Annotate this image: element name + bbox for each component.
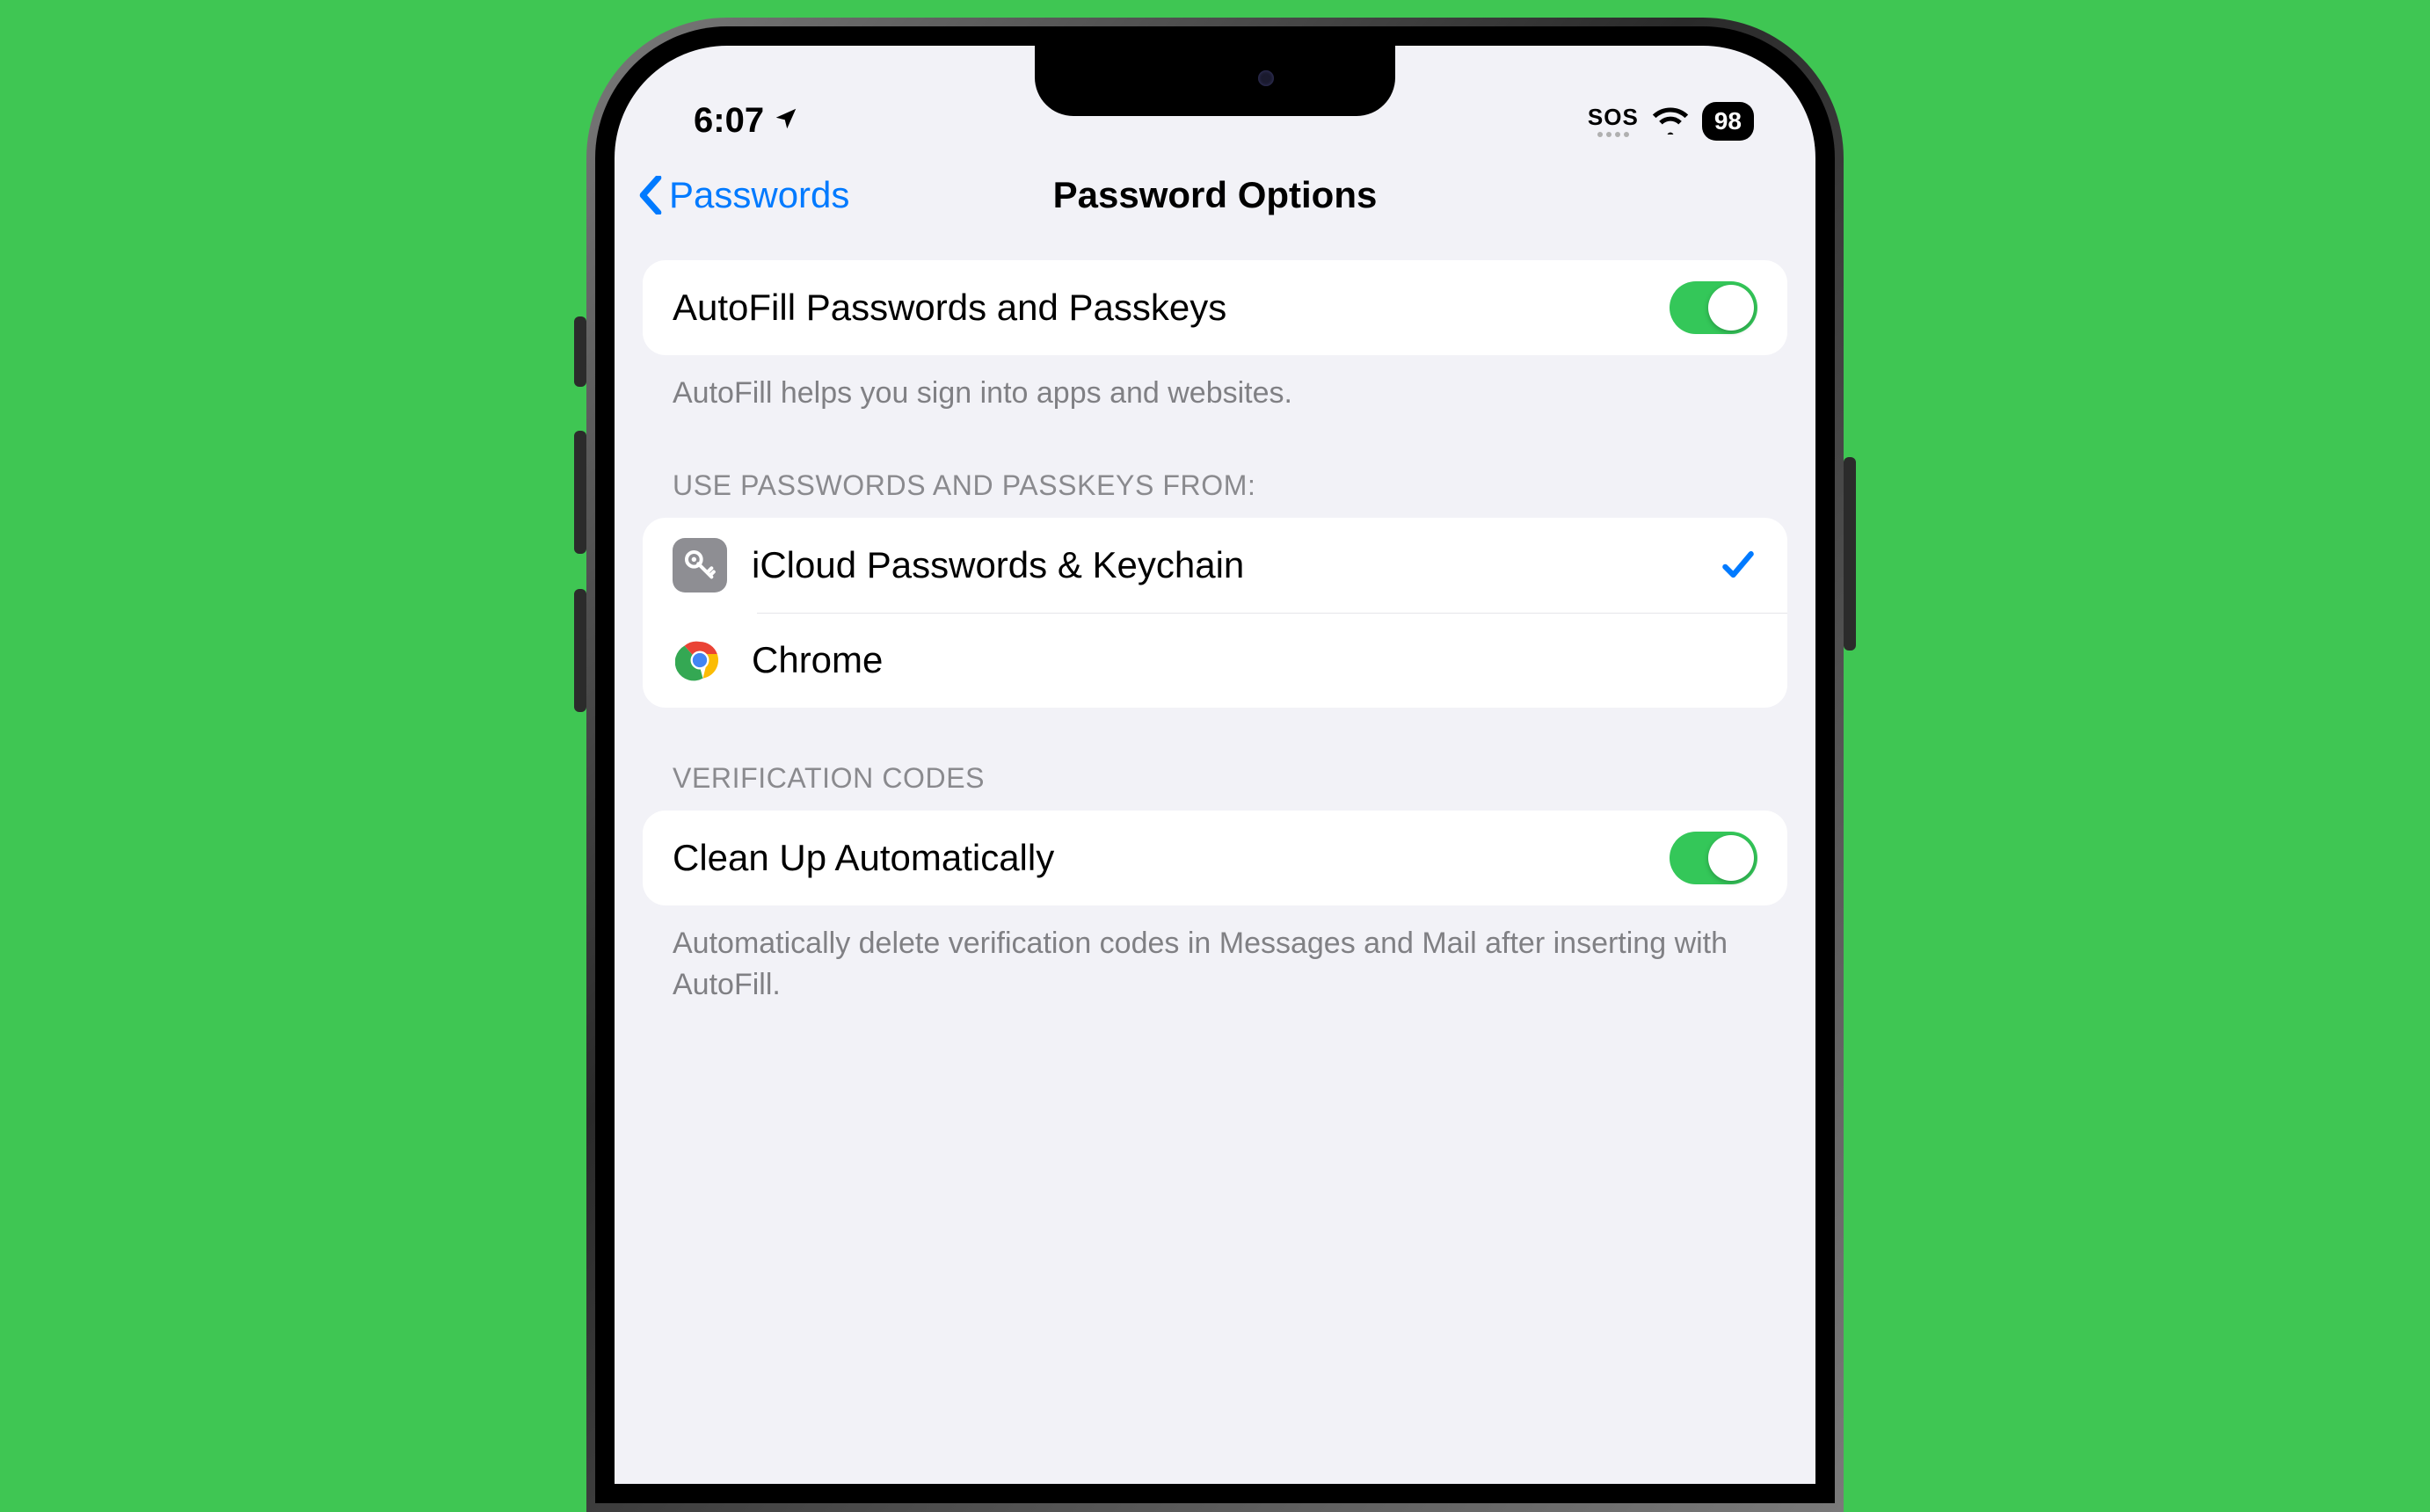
back-label: Passwords <box>669 174 849 216</box>
status-time: 6:07 <box>694 101 764 141</box>
volume-up-button <box>574 431 586 554</box>
chevron-left-icon <box>637 176 664 214</box>
cleanup-label: Clean Up Automatically <box>673 837 1645 879</box>
cleanup-toggle[interactable] <box>1670 832 1757 884</box>
sos-indicator: SOS <box>1588 105 1639 137</box>
provider-chrome-row[interactable]: Chrome <box>643 613 1787 708</box>
wifi-icon <box>1651 105 1690 139</box>
provider-label: Chrome <box>752 639 1757 681</box>
cleanup-toggle-row[interactable]: Clean Up Automatically <box>643 811 1787 905</box>
key-icon <box>673 538 727 592</box>
back-button[interactable]: Passwords <box>637 174 849 216</box>
phone-frame: 6:07 SOS 98 <box>586 18 1844 1512</box>
autofill-toggle-row[interactable]: AutoFill Passwords and Passkeys <box>643 260 1787 355</box>
checkmark-icon <box>1719 546 1757 585</box>
volume-down-button <box>574 589 586 712</box>
chrome-icon <box>673 633 727 687</box>
notch <box>1035 46 1395 116</box>
verification-header: VERIFICATION CODES <box>643 746 1787 811</box>
providers-header: USE PASSWORDS AND PASSKEYS FROM: <box>643 454 1787 518</box>
nav-bar: Passwords Password Options <box>615 151 1815 239</box>
autofill-label: AutoFill Passwords and Passkeys <box>673 287 1645 329</box>
autofill-toggle[interactable] <box>1670 281 1757 334</box>
mute-switch <box>574 316 586 387</box>
autofill-footer: AutoFill helps you sign into apps and we… <box>643 355 1787 415</box>
location-icon <box>773 101 799 141</box>
screen: 6:07 SOS 98 <box>615 46 1815 1484</box>
power-button <box>1844 457 1856 651</box>
provider-icloud-row[interactable]: iCloud Passwords & Keychain <box>643 518 1787 613</box>
verification-footer: Automatically delete verification codes … <box>643 905 1787 1007</box>
battery-indicator: 98 <box>1702 102 1754 141</box>
provider-label: iCloud Passwords & Keychain <box>752 544 1694 586</box>
